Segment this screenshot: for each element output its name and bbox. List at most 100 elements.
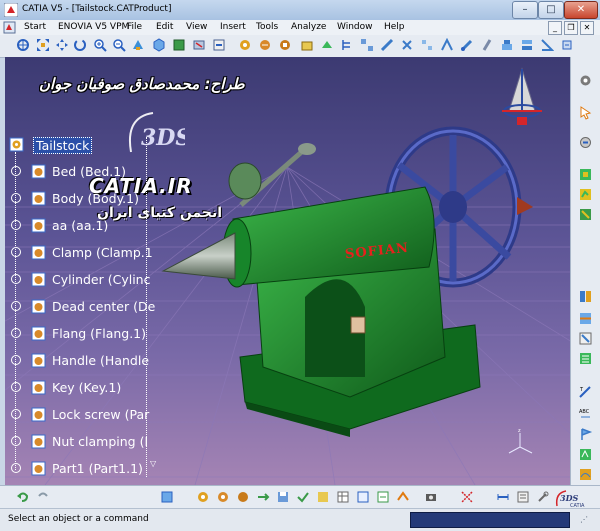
part-node-icon <box>31 299 46 314</box>
document-icon[interactable] <box>3 21 16 34</box>
tree-scroll-down-icon[interactable]: ▽ <box>150 459 156 468</box>
weld-icon[interactable] <box>578 447 593 462</box>
catalog-icon[interactable] <box>578 167 593 182</box>
menu-help[interactable]: Help <box>384 22 405 32</box>
analysis-icon[interactable] <box>578 187 593 202</box>
3ds-catia-logo-icon: 3DS CATIA <box>555 490 585 509</box>
assembly-icon[interactable] <box>236 490 250 504</box>
contact-icon[interactable] <box>500 38 514 52</box>
power-input-field[interactable] <box>410 512 570 528</box>
annotation-icon[interactable]: T <box>578 385 593 400</box>
product-icon[interactable] <box>9 137 24 152</box>
manipulation-icon[interactable] <box>400 38 414 52</box>
flag-note-icon[interactable] <box>578 427 593 442</box>
menu-bar: Start ENOVIA V5 VPM File Edit View Inser… <box>0 20 600 35</box>
fix-icon[interactable] <box>560 38 574 52</box>
swap-space-icon[interactable] <box>212 38 226 52</box>
camera-icon[interactable] <box>424 490 438 504</box>
menu-window[interactable]: Window <box>337 22 373 32</box>
graph-tree-reorder-icon[interactable] <box>340 38 354 52</box>
tools-icon[interactable] <box>536 490 550 504</box>
menu-insert[interactable]: Insert <box>220 22 246 32</box>
distance-icon[interactable] <box>578 331 593 346</box>
measure-icon[interactable] <box>496 490 510 504</box>
multi-instantiation-icon[interactable] <box>360 38 374 52</box>
bottom-toolbar: 3DS CATIA <box>0 485 600 509</box>
doc-restore-button[interactable]: ❐ <box>564 21 578 35</box>
clash-icon[interactable] <box>578 289 593 304</box>
tree-item-label: Body (Body.1) <box>52 191 139 206</box>
compass-icon[interactable] <box>497 67 547 127</box>
menu-file[interactable]: File <box>127 22 142 32</box>
catia-app-icon[interactable] <box>4 3 18 17</box>
coincidence-icon[interactable] <box>480 38 494 52</box>
fix-together-icon[interactable] <box>160 490 174 504</box>
part-node-icon <box>31 434 46 449</box>
tree-item-label: aa (aa.1) <box>52 218 109 233</box>
law-icon[interactable] <box>396 490 410 504</box>
menu-start[interactable]: Start <box>24 22 46 32</box>
offset-icon[interactable] <box>520 38 534 52</box>
fit-all-in-icon[interactable] <box>36 38 50 52</box>
stop-manipulate-icon[interactable] <box>440 38 454 52</box>
menu-edit[interactable]: Edit <box>156 22 173 32</box>
gear-icon[interactable] <box>196 490 210 504</box>
zoom-in-icon[interactable] <box>93 38 107 52</box>
doc-close-button[interactable]: ✕ <box>580 21 594 35</box>
replace-component-icon[interactable] <box>320 38 334 52</box>
3d-viewport[interactable]: SOFIAN طراح: محمدصادق صوفیان جوان 3DS CA… <box>5 57 570 485</box>
redo-icon[interactable] <box>36 490 50 504</box>
explode-icon[interactable] <box>420 38 434 52</box>
hide-show-icon[interactable] <box>192 38 206 52</box>
update-icon[interactable] <box>578 135 593 150</box>
surface-icon[interactable] <box>578 467 593 482</box>
maximize-button[interactable]: □ <box>538 1 564 19</box>
iso-view-icon[interactable] <box>152 38 166 52</box>
close-button[interactable]: ✕ <box>564 1 598 19</box>
bill-of-material-icon[interactable] <box>578 351 593 366</box>
material-icon[interactable] <box>578 207 593 222</box>
menu-view[interactable]: View <box>186 22 207 32</box>
snap-icon[interactable] <box>380 38 394 52</box>
text-icon[interactable]: ABC <box>578 405 593 420</box>
3ds-logo-icon: 3DS <box>129 112 185 153</box>
knowledge-icon[interactable] <box>376 490 390 504</box>
catalog-browser-icon[interactable] <box>460 490 474 504</box>
window-title: CATIA V5 - [Tailstock.CATProduct] <box>22 4 172 14</box>
select-icon[interactable] <box>578 105 593 120</box>
menu-analyze[interactable]: Analyze <box>291 22 326 32</box>
menu-tools[interactable]: Tools <box>256 22 278 32</box>
right-toolbar: T ABC <box>570 57 600 485</box>
new-component-icon[interactable] <box>238 38 252 52</box>
minimize-button[interactable]: – <box>512 1 538 19</box>
properties-icon[interactable] <box>516 490 530 504</box>
rotate-icon[interactable] <box>73 38 87 52</box>
formula-icon[interactable] <box>356 490 370 504</box>
fly-mode-icon[interactable] <box>16 38 30 52</box>
part-node-icon <box>31 191 46 206</box>
tree-item-label: Part1 (Part1.1) <box>52 461 143 476</box>
shading-icon[interactable] <box>172 38 186 52</box>
constraint-icon[interactable] <box>460 38 474 52</box>
resize-grip-icon[interactable]: ⋰ <box>580 515 588 524</box>
save-icon[interactable] <box>276 490 290 504</box>
pan-icon[interactable] <box>55 38 69 52</box>
menu-enovia[interactable]: ENOVIA V5 VPM <box>58 22 129 32</box>
table-icon[interactable] <box>336 490 350 504</box>
publish-icon[interactable] <box>316 490 330 504</box>
check-icon[interactable] <box>296 490 310 504</box>
title-bar: CATIA V5 - [Tailstock.CATProduct] – □ ✕ <box>0 0 600 21</box>
angle-icon[interactable] <box>540 38 554 52</box>
normal-view-icon[interactable] <box>131 38 145 52</box>
undo-icon[interactable] <box>16 490 30 504</box>
move-icon[interactable] <box>256 490 270 504</box>
sketch-icon[interactable] <box>578 73 593 88</box>
gear-settings-icon[interactable] <box>216 490 230 504</box>
zoom-out-icon[interactable] <box>112 38 126 52</box>
tree-root-tailstock[interactable]: Tailstock <box>33 137 93 154</box>
doc-minimize-button[interactable]: _ <box>548 21 562 35</box>
new-product-icon[interactable] <box>258 38 272 52</box>
section-icon[interactable] <box>578 311 593 326</box>
existing-component-icon[interactable] <box>300 38 314 52</box>
new-part-icon[interactable] <box>278 38 292 52</box>
